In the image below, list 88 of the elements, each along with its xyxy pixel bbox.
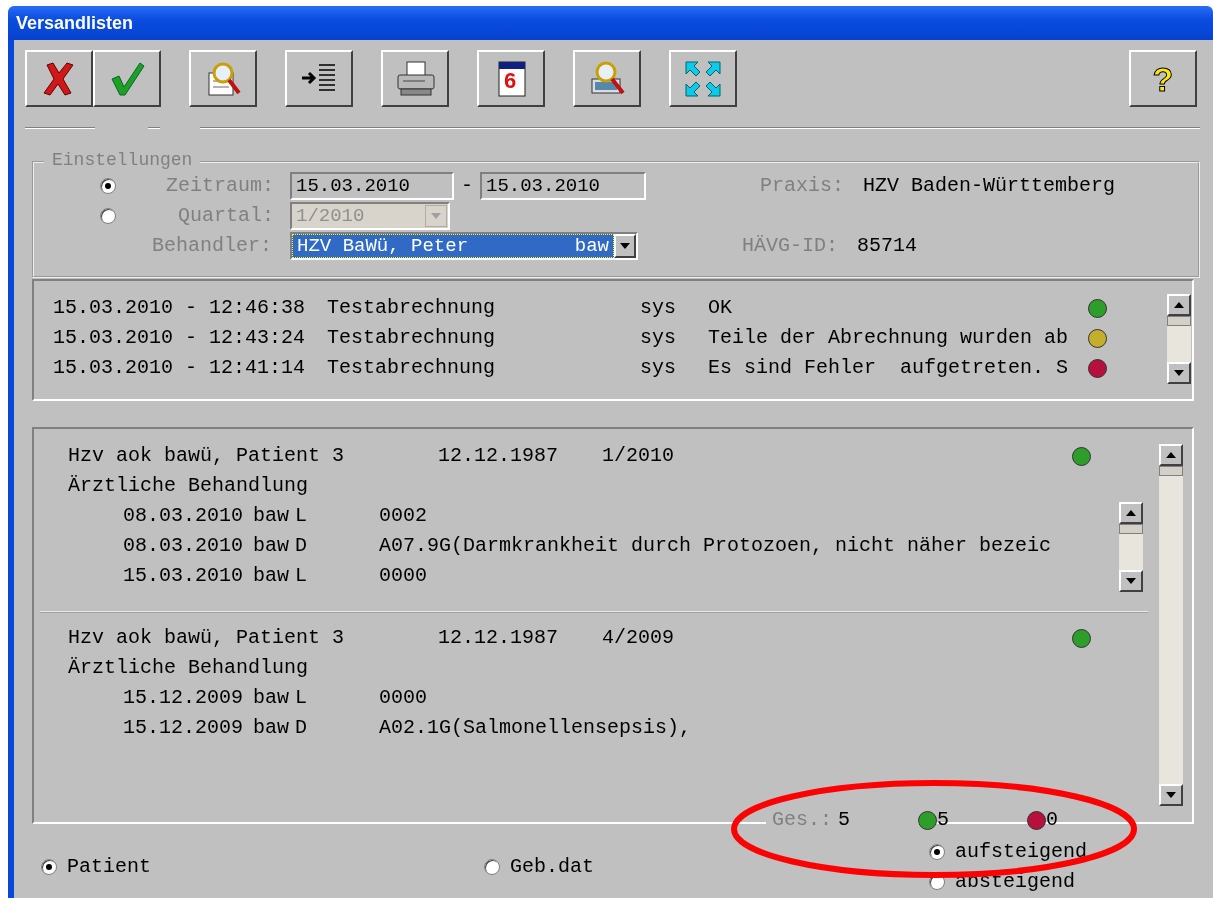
indent-button[interactable] bbox=[285, 50, 353, 107]
radio-button[interactable] bbox=[41, 859, 57, 875]
caret-down-icon bbox=[1166, 792, 1176, 798]
radio-button[interactable] bbox=[484, 859, 500, 875]
radio-button[interactable] bbox=[100, 208, 116, 224]
entry-date: 08.03.2010 bbox=[123, 503, 245, 529]
timestamp: 15.03.2010 - 12:41:14 bbox=[53, 355, 307, 381]
log-message: OK bbox=[708, 295, 733, 321]
scrollbar[interactable] bbox=[1158, 443, 1184, 807]
entry-value: 0000 bbox=[379, 563, 428, 589]
entry-date: 15.03.2010 bbox=[123, 563, 245, 589]
patient-name: Hzv aok bawü, Patient 3 bbox=[68, 625, 346, 651]
caret-down-icon bbox=[1174, 370, 1184, 376]
field-label: Zeitraum: bbox=[164, 173, 274, 199]
log-type: Testabrechnung bbox=[327, 355, 497, 381]
entry-kind: L bbox=[295, 685, 308, 711]
entry-date: 15.12.2009 bbox=[123, 685, 245, 711]
caret-up-icon bbox=[1166, 452, 1176, 458]
confirm-button[interactable] bbox=[93, 50, 161, 107]
entry-value: A02.1G(Salmonellensepsis), bbox=[379, 715, 693, 741]
section-heading: Ärztliche Behandlung bbox=[68, 655, 309, 681]
radio-button[interactable] bbox=[929, 844, 945, 860]
date-field[interactable]: 15.03.2010 bbox=[290, 172, 454, 200]
radio-button[interactable] bbox=[100, 178, 116, 194]
behandler-dropdown[interactable]: HZV BaWü, Peter baw bbox=[290, 232, 639, 260]
caret-up-icon bbox=[1126, 510, 1136, 516]
quarter-label: 4/2009 bbox=[602, 625, 675, 651]
radio-label: Patient bbox=[67, 854, 151, 880]
calendar-button[interactable]: 6 bbox=[477, 50, 545, 107]
scroll-thumb[interactable] bbox=[1119, 524, 1143, 534]
entry-value: 0000 bbox=[379, 685, 428, 711]
window-title: Versandlisten bbox=[8, 6, 1213, 40]
caret-down-icon bbox=[620, 243, 631, 249]
entry-code: baw bbox=[253, 533, 290, 559]
radio-label: absteigend bbox=[955, 869, 1076, 895]
caret-down-icon bbox=[1126, 578, 1136, 584]
log-user: sys bbox=[640, 355, 677, 381]
scroll-thumb[interactable] bbox=[1159, 466, 1183, 476]
expand-button[interactable] bbox=[669, 50, 737, 107]
entry-kind: L bbox=[295, 563, 308, 589]
field-value: HZV Baden-Württemberg bbox=[863, 173, 1116, 199]
log-user: sys bbox=[640, 325, 677, 351]
radio-label: Geb.dat bbox=[510, 854, 594, 880]
entry-date: 15.12.2009 bbox=[123, 715, 245, 741]
status-count: 0 bbox=[1046, 807, 1060, 833]
entry-date: 08.03.2010 bbox=[123, 533, 245, 559]
entry-value: A07.9G(Darmkrankheit durch Protozoen, nicht näher bezeic bbox=[379, 533, 1053, 559]
quarter-label: 1/2010 bbox=[602, 443, 675, 469]
caret-up-icon bbox=[1174, 302, 1184, 308]
date-field[interactable]: 15.03.2010 bbox=[480, 172, 646, 200]
scrollbar[interactable] bbox=[1118, 501, 1144, 593]
entry-code: baw bbox=[253, 715, 290, 741]
field-value: 85714 bbox=[857, 233, 918, 259]
field-label: Behandler: bbox=[152, 233, 273, 259]
search-button[interactable] bbox=[189, 50, 257, 107]
search-button[interactable] bbox=[573, 50, 641, 107]
timestamp: 15.03.2010 - 12:46:38 bbox=[53, 295, 307, 321]
entry-kind: L bbox=[295, 503, 308, 529]
status-count: 5 bbox=[937, 807, 951, 833]
entry-kind: D bbox=[295, 533, 308, 559]
log-user: sys bbox=[640, 295, 677, 321]
entry-kind: D bbox=[295, 715, 308, 741]
field-label: HÄVG-ID: bbox=[742, 233, 840, 259]
log-message: Es sind Fehler aufgetreten. S bbox=[708, 355, 1070, 381]
entry-code: baw bbox=[253, 503, 290, 529]
scroll-thumb[interactable] bbox=[1167, 316, 1191, 326]
timestamp: 15.03.2010 - 12:43:24 bbox=[53, 325, 307, 351]
patient-name: Hzv aok bawü, Patient 3 bbox=[68, 443, 346, 469]
field-label: Quartal: bbox=[177, 203, 274, 229]
entry-code: baw bbox=[253, 685, 290, 711]
date-separator: - bbox=[460, 173, 474, 199]
birth-date: 12.12.1987 bbox=[438, 443, 560, 469]
entry-value: 0002 bbox=[379, 503, 428, 529]
log-type: Testabrechnung bbox=[327, 295, 497, 321]
radio-label: aufsteigend bbox=[955, 839, 1088, 865]
print-button[interactable] bbox=[381, 50, 449, 107]
cancel-button[interactable] bbox=[25, 50, 93, 107]
field-label: Praxis: bbox=[760, 173, 845, 199]
expand-arrows-icon bbox=[683, 58, 723, 99]
log-type: Testabrechnung bbox=[327, 325, 497, 351]
entry-code: baw bbox=[253, 563, 290, 589]
scrollbar[interactable] bbox=[1166, 293, 1192, 385]
printer-icon bbox=[395, 58, 435, 99]
caret-down-icon bbox=[431, 213, 441, 219]
birth-date: 12.12.1987 bbox=[438, 625, 560, 651]
section-heading: Ärztliche Behandlung bbox=[68, 473, 309, 499]
log-message: Teile der Abrechnung wurden ab bbox=[708, 325, 1070, 351]
group-legend: Einstellungen bbox=[44, 149, 201, 171]
